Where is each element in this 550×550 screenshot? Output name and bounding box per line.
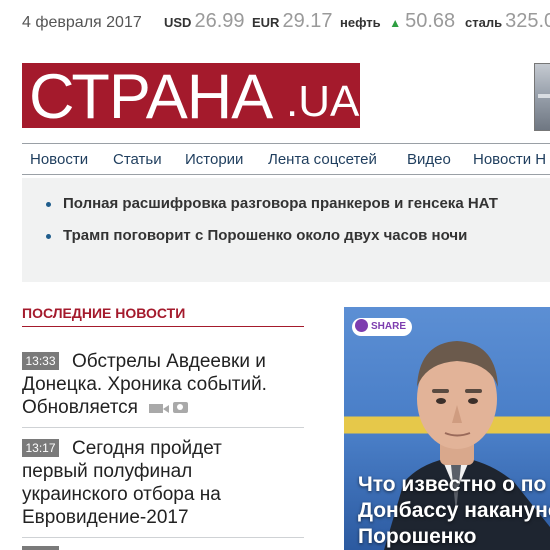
news-divider bbox=[22, 537, 304, 538]
rate-eur-label: EUR bbox=[252, 15, 280, 30]
share-label: SHARE bbox=[371, 321, 407, 332]
featured-story-card[interactable]: SHARE Что известно о по Донбассу наканун… bbox=[344, 307, 550, 550]
rate-usd-label: USD bbox=[164, 15, 192, 30]
logo-main-text: СТРАНА bbox=[29, 63, 273, 128]
featured-title: Что известно о по Донбассу накануне Поро… bbox=[358, 473, 550, 548]
rate-eur-value: 29.17 bbox=[282, 10, 333, 32]
rate-usd: USD 26.99 bbox=[164, 10, 245, 33]
rate-oil: нефть ▲ 50.68 bbox=[340, 10, 455, 33]
nav-item-stories[interactable]: Истории bbox=[185, 151, 243, 168]
top-headlines: Полная расшифровка разговора пранкеров и… bbox=[22, 178, 550, 282]
video-camera-icon bbox=[149, 404, 170, 414]
rate-steel-label: сталь bbox=[465, 15, 503, 30]
bullet-icon bbox=[46, 234, 51, 239]
rate-eur: EUR 29.17 bbox=[252, 10, 333, 33]
nav-item-video[interactable]: Видео bbox=[407, 151, 451, 168]
news-time: 13:33 bbox=[22, 352, 59, 370]
top-info-bar: 4 февраля 2017 USD 26.99 EUR 29.17 нефть ▲… bbox=[0, 0, 550, 46]
rate-oil-value: 50.68 bbox=[405, 10, 456, 32]
headline-text: Полная расшифровка разговора пранкеров и… bbox=[63, 195, 498, 212]
viber-share-button[interactable]: SHARE bbox=[352, 318, 413, 336]
promo-thumbnail[interactable] bbox=[534, 63, 550, 131]
nav-item-articles[interactable]: Статьи bbox=[113, 151, 162, 168]
news-title: Сегодня пройдет первый полуфинал украинс… bbox=[22, 438, 222, 528]
nav-item-news[interactable]: Новости bbox=[30, 151, 88, 168]
main-nav: Новости Статьи Истории Лента соцсетей Ви… bbox=[22, 143, 550, 175]
trend-up-icon: ▲ bbox=[389, 16, 402, 30]
rate-steel-value: 325.0 bbox=[505, 10, 550, 32]
latest-news-title: ПОСЛЕДНИЕ НОВОСТИ bbox=[22, 305, 304, 327]
rate-steel: сталь 325.0 bbox=[465, 10, 550, 33]
site-logo[interactable]: СТРАНА .UA bbox=[22, 63, 360, 128]
viber-icon bbox=[355, 318, 368, 332]
bullet-icon bbox=[46, 202, 51, 207]
nav-item-social-feed[interactable]: Лента соцсетей bbox=[268, 151, 377, 168]
current-date: 4 февраля 2017 bbox=[22, 14, 142, 31]
headline-link[interactable]: Полная расшифровка разговора пранкеров и… bbox=[46, 195, 498, 212]
news-title: Обстрелы Авдеевки и Донецка. Хроника соб… bbox=[22, 351, 267, 419]
news-item[interactable]: 13:33 Обстрелы Авдеевки и Донецка. Хрони… bbox=[22, 350, 304, 419]
logo-suffix: .UA bbox=[286, 77, 360, 126]
nav-item-news-more[interactable]: Новости Н bbox=[473, 151, 546, 168]
news-divider bbox=[22, 427, 304, 428]
rate-oil-label: нефть bbox=[340, 15, 381, 30]
headline-link[interactable]: Трамп поговорит с Порошенко около двух ч… bbox=[46, 227, 467, 244]
headline-text: Трамп поговорит с Порошенко около двух ч… bbox=[63, 227, 468, 244]
news-time-partial bbox=[22, 546, 59, 550]
rate-usd-value: 26.99 bbox=[194, 10, 245, 32]
news-time: 13:17 bbox=[22, 439, 59, 457]
media-icons bbox=[149, 396, 188, 419]
news-item[interactable]: 13:17 Сегодня пройдет первый полуфинал у… bbox=[22, 437, 304, 529]
photo-camera-icon bbox=[172, 402, 188, 414]
